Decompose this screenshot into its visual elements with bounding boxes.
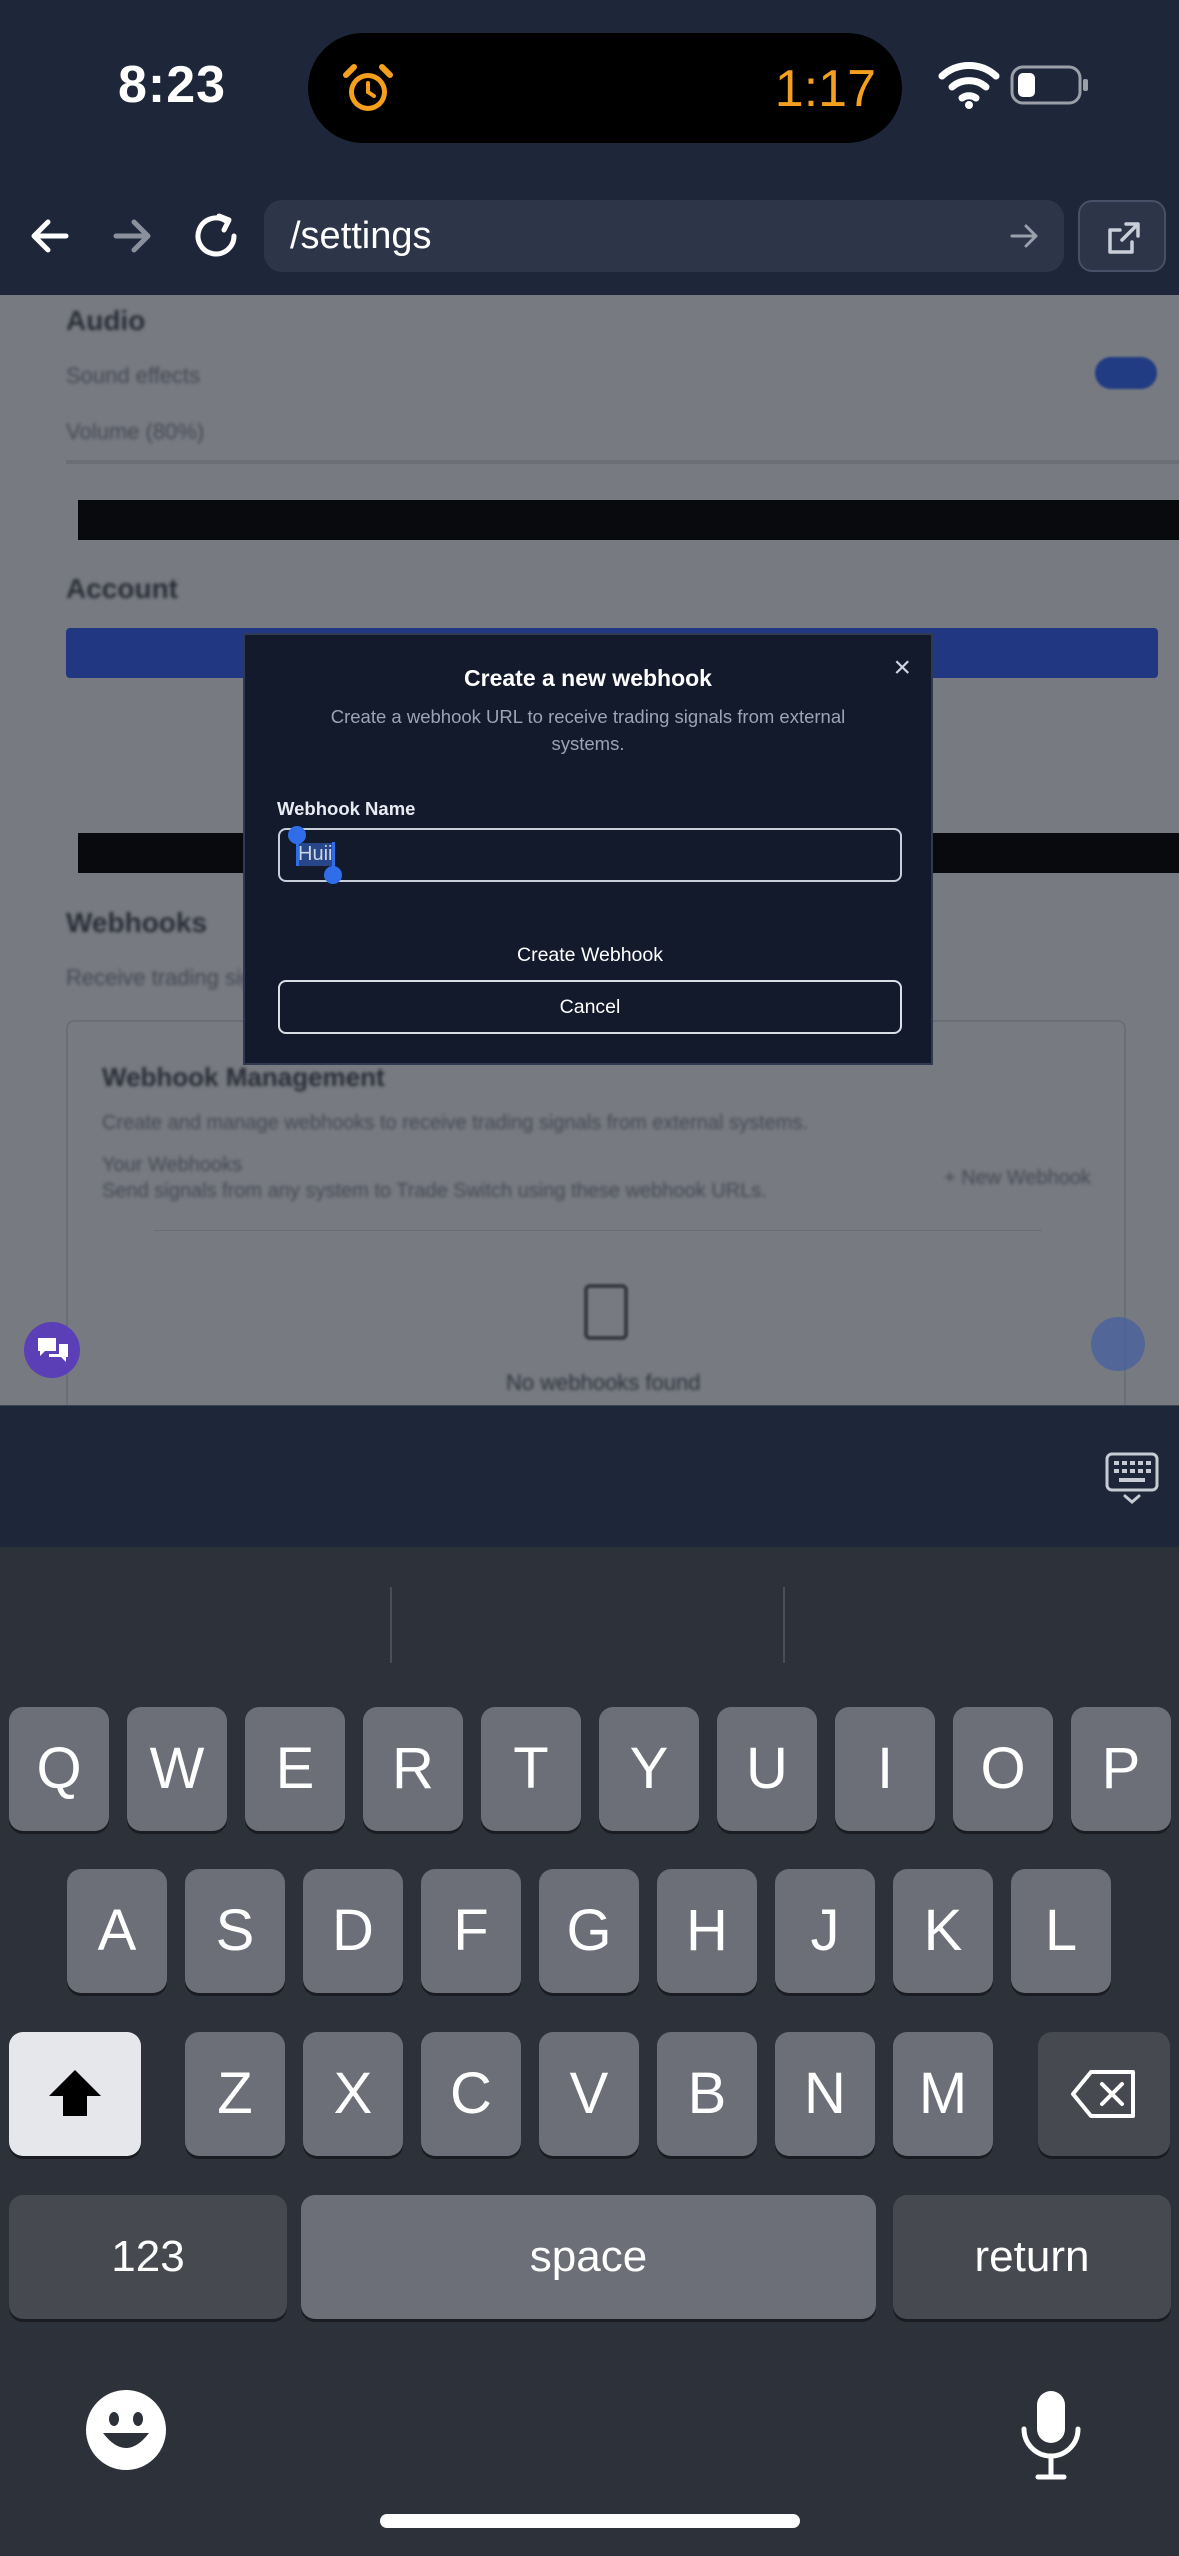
key-i[interactable]: I <box>835 1707 935 1831</box>
status-bar: 8:23 1:17 <box>0 0 1179 180</box>
home-indicator[interactable] <box>380 2514 800 2528</box>
dialog-description: Create a webhook URL to receive trading … <box>330 706 846 754</box>
key-u[interactable]: U <box>717 1707 817 1831</box>
key-v[interactable]: V <box>539 2032 639 2156</box>
key-k[interactable]: K <box>893 1869 993 1993</box>
space-key[interactable]: space <box>301 2195 876 2319</box>
microphone-icon[interactable] <box>1018 2389 1084 2481</box>
keyboard: Q W E R T Y U I O P A S D F G H J K L Z … <box>0 1547 1179 2556</box>
shift-arrow-icon <box>49 2070 101 2116</box>
key-x[interactable]: X <box>303 2032 403 2156</box>
key-d[interactable]: D <box>303 1869 403 1993</box>
suggestion-divider <box>390 1587 392 1663</box>
key-t[interactable]: T <box>481 1707 581 1831</box>
key-a[interactable]: A <box>67 1869 167 1993</box>
create-webhook-dialog: × Create a new webhook Create a webhook … <box>243 633 933 1065</box>
key-q[interactable]: Q <box>9 1707 109 1831</box>
chat-bubbles-icon <box>38 1338 68 1362</box>
key-g[interactable]: G <box>539 1869 639 1993</box>
dynamic-island[interactable]: 1:17 <box>308 33 902 143</box>
key-p[interactable]: P <box>1071 1707 1171 1831</box>
key-m[interactable]: M <box>893 2032 993 2156</box>
browser-toolbar: /settings <box>0 180 1179 295</box>
keyboard-dismiss-icon[interactable] <box>1105 1450 1159 1506</box>
numbers-key[interactable]: 123 <box>9 2195 287 2319</box>
key-s[interactable]: S <box>185 1869 285 1993</box>
key-o[interactable]: O <box>953 1707 1053 1831</box>
backspace-icon <box>1071 2070 1135 2118</box>
timer-readout: 1:17 <box>774 60 876 118</box>
webhook-name-value: Huii <box>296 843 335 866</box>
key-h[interactable]: H <box>657 1869 757 1993</box>
key-w[interactable]: W <box>127 1707 227 1831</box>
suggestion-divider <box>783 1587 785 1663</box>
forward-arrow-icon[interactable] <box>102 206 162 266</box>
create-webhook-button[interactable]: Create Webhook <box>278 935 902 975</box>
back-arrow-icon[interactable] <box>20 206 80 266</box>
url-text: /settings <box>290 215 432 257</box>
key-z[interactable]: Z <box>185 2032 285 2156</box>
dialog-title: Create a new webhook <box>464 665 712 691</box>
selection-start-handle[interactable] <box>288 826 306 844</box>
key-l[interactable]: L <box>1011 1869 1111 1993</box>
keyboard-accessory-bar <box>0 1405 1179 1548</box>
wifi-icon <box>938 62 1000 109</box>
key-e[interactable]: E <box>245 1707 345 1831</box>
key-r[interactable]: R <box>363 1707 463 1831</box>
key-n[interactable]: N <box>775 2032 875 2156</box>
open-external-button[interactable] <box>1078 200 1166 272</box>
emoji-icon[interactable] <box>85 2389 167 2471</box>
floating-action-button[interactable] <box>1091 1317 1145 1371</box>
selection-end-handle[interactable] <box>324 866 342 884</box>
key-y[interactable]: Y <box>599 1707 699 1831</box>
webhook-name-input[interactable]: Huii <box>278 826 902 884</box>
reload-icon[interactable] <box>186 206 246 266</box>
return-key[interactable]: return <box>893 2195 1171 2319</box>
key-c[interactable]: C <box>421 2032 521 2156</box>
battery-icon <box>1010 65 1088 105</box>
delete-key[interactable] <box>1038 2032 1170 2156</box>
webhook-name-label: Webhook Name <box>277 798 416 819</box>
alarm-clock-icon <box>343 64 393 111</box>
go-arrow-icon[interactable] <box>1006 218 1042 254</box>
chat-button[interactable] <box>24 1322 80 1378</box>
key-b[interactable]: B <box>657 2032 757 2156</box>
external-link-icon <box>1108 222 1140 254</box>
key-j[interactable]: J <box>775 1869 875 1993</box>
shift-key[interactable] <box>9 2032 141 2156</box>
url-bar[interactable]: /settings <box>264 200 1064 272</box>
cancel-button[interactable]: Cancel <box>278 980 902 1034</box>
key-f[interactable]: F <box>421 1869 521 1993</box>
clock: 8:23 <box>118 56 227 114</box>
